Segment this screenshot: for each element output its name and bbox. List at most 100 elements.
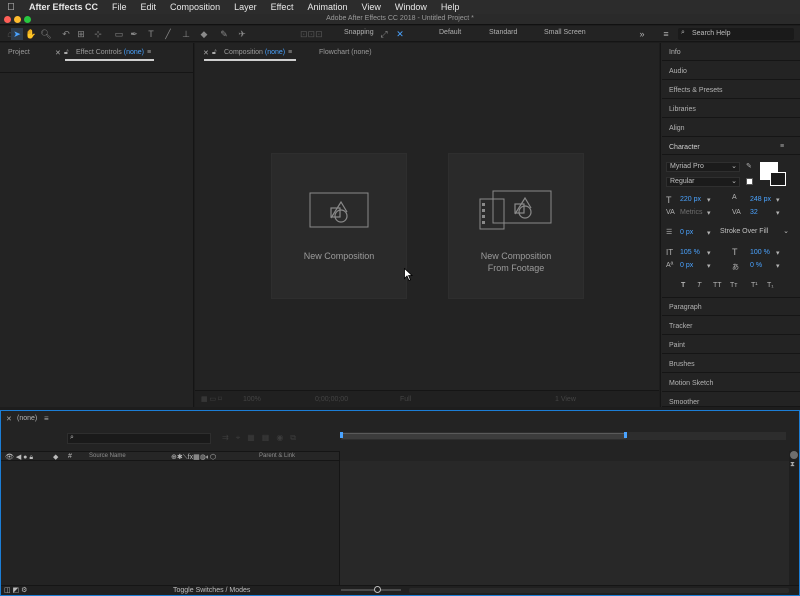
time-zoom-thumb[interactable] [374, 586, 381, 593]
font-size-value[interactable]: 220 px [680, 196, 701, 203]
close-composition-icon[interactable]: ✕ [203, 49, 209, 57]
source-name-header[interactable]: Source Name [89, 453, 126, 459]
footer-pane-icons[interactable]: ◫ ◩ ⚙ [4, 586, 27, 594]
zoom-out-handle[interactable] [790, 451, 798, 459]
chevron-down-icon[interactable]: ▾ [707, 229, 711, 237]
chevron-down-icon[interactable]: ▾ [707, 196, 711, 204]
camera-tool-icon[interactable]: ⊞ [75, 28, 87, 40]
panel-paint[interactable]: Paint [662, 336, 800, 354]
tab-effect-controls[interactable]: Effect Controls (none) [76, 49, 144, 56]
timeline-switch-icons[interactable]: ⇉⌖▦▦◉⧉ [222, 433, 303, 443]
tsume-value[interactable]: 0 % [750, 262, 762, 269]
menu-effect[interactable]: Effect [264, 2, 301, 12]
menu-help[interactable]: Help [434, 2, 467, 12]
new-composition-from-footage-card[interactable]: New Composition From Footage [448, 153, 584, 299]
character-panel-menu-icon[interactable]: ≡ [780, 143, 784, 150]
timeline-vertical-scrollbar[interactable]: ⧗ [789, 451, 799, 585]
app-menu[interactable]: After Effects CC [22, 2, 105, 12]
parent-link-header[interactable]: Parent & Link [259, 453, 295, 459]
tab-flowchart[interactable]: Flowchart (none) [319, 49, 372, 56]
subscript-button[interactable]: T₁ [767, 282, 774, 289]
roto-brush-tool-icon[interactable]: ✎ [218, 28, 230, 40]
panel-menu-icon[interactable]: ≡ [44, 414, 49, 423]
panel-motion-sketch[interactable]: Motion Sketch [662, 374, 800, 392]
work-area-start-handle[interactable] [340, 432, 343, 438]
label-icon[interactable]: ◆ [53, 453, 58, 461]
apple-icon[interactable]:  [0, 2, 22, 13]
kerning-value[interactable]: Metrics [680, 209, 703, 216]
eraser-tool-icon[interactable]: ◆ [198, 28, 210, 40]
search-help-field[interactable]: ⌕ Search Help [678, 28, 794, 40]
faux-italic-button[interactable]: T [697, 282, 701, 289]
pen-tool-icon[interactable]: ✒ [128, 28, 140, 40]
rectangle-tool-icon[interactable]: ▭ [113, 28, 125, 40]
magnification-value[interactable]: 100% [243, 396, 261, 403]
eyedropper-icon[interactable]: ✎ [746, 162, 752, 170]
brush-tool-icon[interactable]: ╱ [162, 28, 174, 40]
panel-brushes[interactable]: Brushes [662, 355, 800, 373]
small-caps-button[interactable]: Tт [730, 282, 737, 289]
tab-project[interactable]: Project [8, 49, 30, 56]
stroke-mode-dropdown[interactable]: Stroke Over Fill ⌄ [717, 228, 789, 238]
expand-icon[interactable]: ✕ [394, 28, 406, 40]
rotate-tool-icon[interactable]: ↶ [60, 28, 72, 40]
view-layout-value[interactable]: 1 View [555, 396, 576, 403]
work-area-end-handle[interactable] [624, 432, 627, 438]
lock-icon[interactable]: 🔓︎ [212, 49, 217, 57]
panel-menu-icon[interactable]: ≡ [147, 49, 151, 56]
zoom-icon[interactable]: ⧗ [790, 461, 795, 469]
close-effect-controls-icon[interactable]: ✕ [55, 49, 61, 57]
workspace-menu-icon[interactable]: ≡ [660, 28, 672, 40]
close-timeline-icon[interactable]: ✕ [6, 415, 12, 423]
chevron-down-icon[interactable]: ▾ [776, 196, 780, 204]
timeline-tab-label[interactable]: (none) [17, 415, 37, 422]
vertical-scale-value[interactable]: 105 % [680, 249, 700, 256]
menu-view[interactable]: View [354, 2, 387, 12]
workspace-standard[interactable]: Standard [489, 29, 517, 36]
panel-effects-presets[interactable]: Effects & Presets [662, 81, 800, 99]
resolution-value[interactable]: Full [400, 396, 411, 403]
toggle-switches-modes-button[interactable]: Toggle Switches / Modes [173, 587, 250, 594]
menu-edit[interactable]: Edit [134, 2, 164, 12]
chevron-down-icon[interactable]: ▾ [776, 249, 780, 257]
font-family-dropdown[interactable]: Myriad Pro ⌄ [666, 162, 740, 172]
time-zoom-slider[interactable] [341, 589, 401, 591]
panel-menu-icon[interactable]: ≡ [288, 49, 292, 56]
time-ruler[interactable] [340, 451, 789, 461]
chevron-down-icon[interactable]: ▾ [707, 209, 711, 217]
panel-libraries[interactable]: Libraries [662, 100, 800, 118]
pan-behind-tool-icon[interactable]: ⊹ [92, 28, 104, 40]
clone-stamp-tool-icon[interactable]: ⊥ [180, 28, 192, 40]
panel-audio[interactable]: Audio [662, 62, 800, 80]
axis-mode-icons[interactable]: ⊡⊡⊡ [300, 28, 323, 40]
panel-info[interactable]: Info [662, 43, 800, 61]
chevron-down-icon[interactable]: ▾ [707, 262, 711, 270]
work-area-bar[interactable] [342, 433, 626, 439]
menu-animation[interactable]: Animation [300, 2, 354, 12]
puppet-tool-icon[interactable]: ✈ [236, 28, 248, 40]
snap-options-icon[interactable]: ⤢ [378, 28, 390, 40]
selection-tool-icon[interactable]: ➤ [11, 28, 23, 40]
horizontal-scale-value[interactable]: 100 % [750, 249, 770, 256]
zoom-tool-icon[interactable]: 🔍︎ [40, 28, 52, 40]
baseline-shift-value[interactable]: 0 px [680, 262, 693, 269]
tab-composition[interactable]: Composition (none) [224, 49, 285, 56]
no-fill-swatch[interactable] [746, 178, 753, 185]
new-composition-card[interactable]: New Composition [271, 153, 407, 299]
type-tool-icon[interactable]: T [145, 28, 157, 40]
menu-composition[interactable]: Composition [163, 2, 227, 12]
superscript-button[interactable]: T¹ [751, 282, 758, 289]
comp-footer-icons[interactable]: ▦ ▭ ⌑ [201, 395, 222, 403]
timeline-horizontal-scrollbar[interactable] [409, 588, 789, 593]
panel-paragraph[interactable]: Paragraph [662, 298, 800, 316]
stroke-width-value[interactable]: 0 px [680, 229, 693, 236]
av-feature-icons[interactable]: 👁︎ ◀︎ ● 🔒︎ [5, 453, 33, 462]
timeline-track-area[interactable] [340, 461, 789, 585]
workspace-default[interactable]: Default [439, 29, 461, 36]
all-caps-button[interactable]: TT [713, 282, 722, 289]
chevron-down-icon[interactable]: ▾ [707, 249, 711, 257]
layer-search-input[interactable]: ⌕ [67, 433, 211, 444]
layer-switch-icons[interactable]: ⊕✱⟍fx▦◍◐⬡ [171, 453, 216, 462]
hand-tool-icon[interactable]: ✋ [25, 28, 37, 40]
lock-icon[interactable]: 🔓︎ [64, 49, 69, 57]
